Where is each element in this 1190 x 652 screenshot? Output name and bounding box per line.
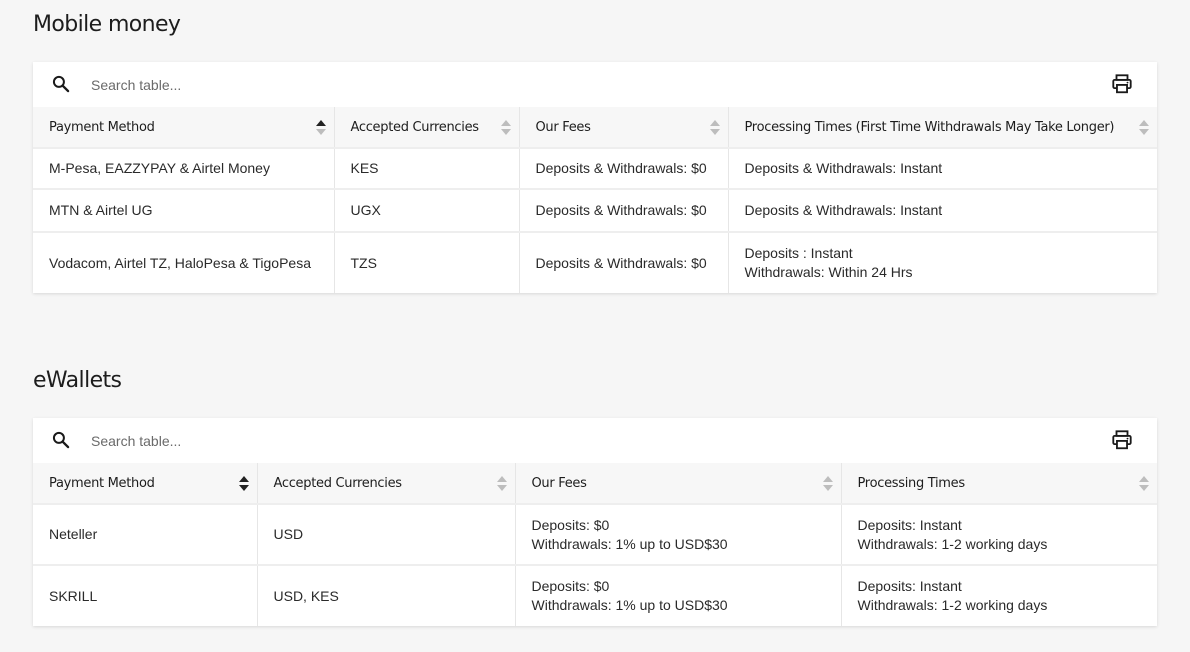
column-header-payment-method[interactable]: Payment Method (33, 107, 335, 148)
sort-arrows-icon[interactable] (500, 120, 511, 135)
table-row: MTN & Airtel UG UGX Deposits & Withdrawa… (33, 188, 1157, 232)
column-header-processing-times[interactable]: Processing Times (First Time Withdrawals… (728, 107, 1157, 148)
header-label: Payment Method (49, 475, 155, 491)
fees-line: Deposits & Withdrawals: $0 (535, 254, 707, 271)
times-line: Withdrawals: 1-2 working days (857, 535, 1048, 552)
search-bar (33, 418, 1157, 463)
fees-line: Deposits & Withdrawals: $0 (535, 160, 707, 176)
search-icon (52, 75, 70, 93)
table-row: M-Pesa, EAZZYPAY & Airtel Money KES Depo… (33, 147, 1157, 189)
header-label: Our Fees (531, 475, 587, 491)
search-icon (52, 431, 70, 449)
header-label: Our Fees (535, 119, 591, 135)
times-line: Withdrawals: 1-2 working days (857, 597, 1048, 613)
cell-currencies: KES (334, 147, 520, 189)
header-label: Payment Method (49, 119, 155, 135)
cell-payment-method: Neteller (33, 503, 258, 565)
header-label: Processing Times (First Time Withdrawals… (744, 119, 1115, 135)
column-header-our-fees[interactable]: Our Fees (519, 107, 729, 148)
cell-currencies: USD, KES (257, 564, 516, 626)
cell-processing-times: Deposits : Instant Withdrawals: Within 2… (728, 231, 1157, 293)
column-header-accepted-currencies[interactable]: Accepted Currencies (257, 463, 516, 504)
times-line: Withdrawals: Within 24 Hrs (744, 264, 913, 280)
sort-arrows-icon[interactable] (496, 476, 507, 491)
fees-line: Withdrawals: 1% up to USD$30 (531, 535, 728, 552)
cell-processing-times: Deposits: Instant Withdrawals: 1-2 worki… (841, 564, 1157, 626)
cell-payment-method: MTN & Airtel UG (33, 188, 335, 232)
column-header-accepted-currencies[interactable]: Accepted Currencies (334, 107, 520, 148)
search-input[interactable] (89, 73, 693, 97)
header-label: Accepted Currencies (273, 475, 403, 491)
table-row: SKRILL USD, KES Deposits: $0 Withdrawals… (33, 564, 1157, 626)
table-header-row: Payment Method Accepted Currencies Our F… (33, 107, 1157, 148)
sort-arrows-icon[interactable] (1139, 476, 1149, 491)
search-bar (33, 62, 1157, 107)
sort-arrows-icon[interactable] (238, 476, 249, 491)
cell-currencies: TZS (334, 231, 520, 293)
mobile-money-table: Payment Method Accepted Currencies Our F… (33, 107, 1157, 293)
column-header-payment-method[interactable]: Payment Method (33, 463, 258, 504)
ewallets-table-card: Payment Method Accepted Currencies Our F… (33, 418, 1157, 626)
column-header-processing-times[interactable]: Processing Times (841, 463, 1157, 504)
ewallets-table: Payment Method Accepted Currencies Our F… (33, 463, 1157, 626)
sort-arrows-icon[interactable] (822, 476, 833, 491)
times-line: Deposits : Instant (744, 245, 853, 261)
table-row: Neteller USD Deposits: $0 Withdrawals: 1… (33, 503, 1157, 565)
cell-payment-method: M-Pesa, EAZZYPAY & Airtel Money (33, 147, 335, 189)
times-line: Deposits: Instant (857, 578, 962, 594)
cell-fees: Deposits: $0 Withdrawals: 1% up to USD$3… (515, 564, 842, 626)
cell-fees: Deposits & Withdrawals: $0 (519, 231, 729, 293)
sort-arrows-icon[interactable] (709, 120, 720, 135)
header-label: Processing Times (857, 475, 966, 491)
times-line: Deposits & Withdrawals: Instant (744, 160, 943, 176)
cell-fees: Deposits & Withdrawals: $0 (519, 188, 729, 232)
sort-arrows-icon[interactable] (1139, 120, 1149, 135)
sort-arrows-icon[interactable] (315, 120, 326, 135)
fees-line: Deposits: $0 (531, 516, 610, 533)
fees-line: Withdrawals: 1% up to USD$30 (531, 597, 728, 613)
table-header-row: Payment Method Accepted Currencies Our F… (33, 463, 1157, 504)
cell-processing-times: Deposits: Instant Withdrawals: 1-2 worki… (841, 503, 1157, 565)
cell-payment-method: Vodacom, Airtel TZ, HaloPesa & TigoPesa (33, 231, 335, 293)
section-title-mobile-money: Mobile money (33, 12, 181, 37)
cell-processing-times: Deposits & Withdrawals: Instant (728, 188, 1157, 232)
table-row: Vodacom, Airtel TZ, HaloPesa & TigoPesa … (33, 231, 1157, 293)
mobile-money-table-card: Payment Method Accepted Currencies Our F… (33, 62, 1157, 293)
fees-line: Deposits & Withdrawals: $0 (535, 202, 707, 218)
column-header-our-fees[interactable]: Our Fees (515, 463, 842, 504)
cell-currencies: USD (257, 503, 516, 565)
times-line: Deposits & Withdrawals: Instant (744, 202, 943, 218)
printer-icon[interactable] (1111, 73, 1133, 95)
cell-fees: Deposits: $0 Withdrawals: 1% up to USD$3… (515, 503, 842, 565)
cell-payment-method: SKRILL (33, 564, 258, 626)
section-title-ewallets: eWallets (33, 368, 122, 393)
cell-fees: Deposits & Withdrawals: $0 (519, 147, 729, 189)
header-label: Accepted Currencies (350, 119, 480, 135)
fees-line: Deposits: $0 (531, 578, 610, 594)
cell-processing-times: Deposits & Withdrawals: Instant (728, 147, 1157, 189)
cell-currencies: UGX (334, 188, 520, 232)
search-input[interactable] (89, 429, 693, 453)
times-line: Deposits: Instant (857, 516, 962, 533)
printer-icon[interactable] (1111, 429, 1133, 451)
